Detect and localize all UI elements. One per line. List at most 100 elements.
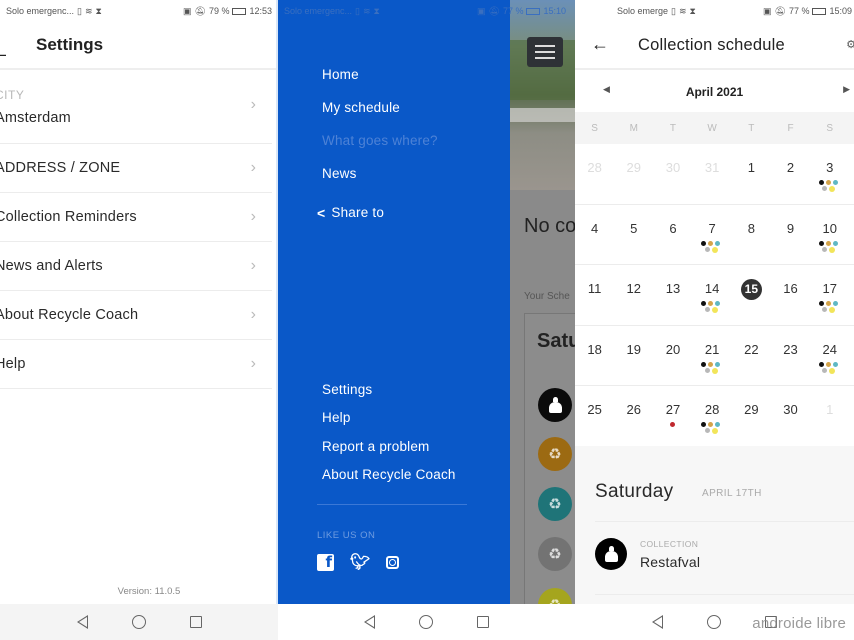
day-number: 19 (626, 341, 642, 357)
calendar-day[interactable]: 1 (810, 386, 849, 446)
calendar-day[interactable]: 28 (693, 386, 732, 446)
twitter-icon[interactable]: 🐦︎ (350, 552, 370, 572)
collection-dot (711, 367, 718, 374)
calendar-day[interactable]: 11 (575, 265, 614, 325)
collection-dot (832, 301, 838, 307)
day-number: 18 (587, 341, 602, 357)
nav-home-icon[interactable] (707, 615, 721, 629)
calendar-week-row: 18 19 20 21 22 23 24 (575, 326, 854, 387)
day-number: 8 (747, 220, 755, 236)
settings-item-news[interactable]: News and Alerts › (0, 242, 272, 291)
drawer-item-about[interactable]: About Recycle Coach (322, 465, 456, 493)
settings-item-about[interactable]: About Recycle Coach › (0, 291, 272, 340)
settings-item-city[interactable]: CITY Amsterdam › (0, 71, 272, 144)
version-text: Version: 11.0.5 (117, 586, 181, 597)
drawer-item-news[interactable]: News (322, 163, 438, 196)
calendar-day-today[interactable]: 15 (732, 265, 771, 325)
calendar-week-row: 4 5 6 7 8 9 10 (575, 205, 854, 266)
calendar-week-row: 11 12 13 14 15 16 17 (575, 265, 854, 326)
calendar-day[interactable]: 19 (614, 326, 653, 386)
collection-dot (701, 422, 707, 428)
menu-icon[interactable] (527, 37, 563, 67)
calendar-day[interactable]: 8 (732, 205, 771, 265)
calendar-day[interactable]: 20 (653, 326, 692, 386)
calendar-day[interactable]: 14 (693, 265, 732, 325)
day-number: 23 (783, 341, 798, 357)
nav-back-icon[interactable] (652, 615, 663, 629)
calendar-day[interactable]: 7 (693, 205, 732, 265)
calendar-day[interactable]: 21 (693, 326, 732, 386)
calendar-day[interactable]: 27 (653, 386, 692, 446)
calendar-day[interactable]: 18 (575, 326, 614, 386)
carrier-text: Solo emergenc... (284, 6, 353, 16)
weekday-label: F (787, 122, 794, 134)
collection-dot (715, 240, 721, 246)
facebook-icon[interactable]: f (317, 553, 334, 571)
calendar-day[interactable]: 2 (771, 144, 810, 204)
system-nav-bar (0, 604, 278, 640)
prev-month-icon[interactable]: ◀ (603, 84, 610, 95)
day-number: 14 (704, 281, 720, 297)
drawer-item-home[interactable]: Home (322, 64, 438, 97)
calendar-day[interactable]: 30 (771, 386, 810, 446)
calendar-day[interactable]: 6 (653, 205, 692, 265)
calendar-day[interactable]: 31 (693, 144, 732, 204)
day-number: 29 (626, 160, 642, 175)
drawer-item-settings[interactable]: Settings (322, 380, 456, 408)
calendar-day[interactable]: 22 (732, 326, 771, 386)
nav-recents-icon[interactable] (477, 616, 489, 628)
drawer-item-report-problem[interactable]: Report a problem (322, 437, 456, 465)
selected-day-name: Saturday (595, 481, 674, 502)
collection-dot (715, 361, 721, 367)
calendar-day[interactable]: 4 (575, 205, 614, 265)
nav-recents-icon[interactable] (189, 616, 202, 628)
calendar-day[interactable]: 10 (810, 205, 849, 265)
calendar-day[interactable]: 12 (614, 265, 653, 325)
calendar-day[interactable]: 24 (810, 326, 849, 386)
drawer-item-help[interactable]: Help (322, 408, 456, 436)
calendar-day[interactable]: 16 (771, 265, 810, 325)
calendar-day[interactable]: 28 (575, 144, 614, 204)
back-arrow-icon[interactable]: ← (591, 34, 609, 55)
collection-dot (825, 240, 831, 246)
calendar-day[interactable]: 9 (771, 205, 810, 265)
drawer-item-my-schedule[interactable]: My schedule (322, 97, 438, 130)
status-bar: Solo emergenc... ▯ ≋ ⧗ ▣ 🔕︎ 79 % 12:53 (0, 0, 278, 22)
drawer-item-what-goes-where[interactable]: What goes where? (322, 130, 438, 163)
nav-back-icon[interactable] (364, 615, 375, 629)
calendar-day[interactable]: 1 (732, 144, 771, 204)
calendar-day[interactable]: 3 (810, 144, 849, 204)
wifi-icon: ≋ (678, 5, 687, 16)
calendar-day[interactable]: 29 (614, 144, 653, 204)
nav-home-icon[interactable] (419, 615, 433, 629)
settings-item-reminders[interactable]: Collection Reminders › (0, 193, 272, 242)
day-number: 22 (744, 341, 759, 357)
nav-back-icon[interactable] (76, 615, 88, 629)
day-number: 30 (783, 402, 798, 418)
next-month-icon[interactable]: ▶ (843, 84, 850, 95)
calendar-day[interactable]: 13 (653, 265, 692, 325)
nfc-icon: ▣ (763, 5, 772, 16)
carrier-text: Solo emerge (617, 6, 669, 16)
collection-dots (818, 180, 841, 194)
chevron-right-icon: › (250, 257, 256, 274)
calendar-day[interactable]: 30 (653, 144, 692, 204)
calendar-day[interactable]: 5 (614, 205, 653, 265)
calendar-day[interactable]: 25 (575, 386, 614, 446)
calendar-day[interactable]: 17 (810, 265, 849, 325)
mute-icon: 🔕︎ (774, 5, 786, 16)
instagram-icon[interactable] (386, 555, 400, 569)
calendar-day[interactable]: 23 (771, 326, 810, 386)
day-number: 29 (744, 402, 759, 418)
nav-home-icon[interactable] (131, 615, 146, 629)
settings-icon[interactable]: ⚙ (846, 38, 854, 51)
collection-dots (701, 240, 723, 255)
collection-dot (701, 240, 707, 246)
collection-item[interactable]: COLLECTION Restafval (595, 534, 854, 595)
calendar-day[interactable]: 29 (732, 386, 771, 446)
settings-item-address[interactable]: ADDRESS / ZONE › (0, 144, 272, 193)
drawer-item-share[interactable]: < Share to (317, 196, 438, 229)
back-arrow-icon[interactable]: – (0, 44, 6, 65)
settings-item-help[interactable]: Help › (0, 340, 272, 389)
calendar-day[interactable]: 26 (614, 386, 653, 446)
